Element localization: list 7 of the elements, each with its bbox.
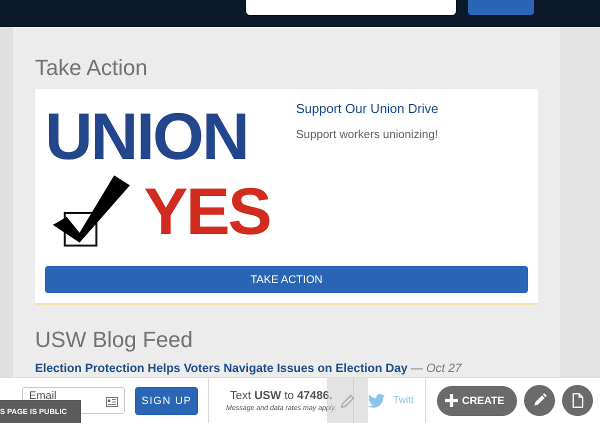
section-heading: USW Blog Feed — [35, 327, 194, 353]
logo-text: UNION — [45, 99, 249, 173]
post-date: — Oct 27 — [410, 361, 462, 375]
card-description: Support workers unionizing! — [296, 129, 438, 141]
logo-text: YES — [144, 174, 270, 248]
section-heading: Take Action — [35, 55, 149, 81]
sms-text: Text USW to 47486. — [230, 390, 332, 402]
